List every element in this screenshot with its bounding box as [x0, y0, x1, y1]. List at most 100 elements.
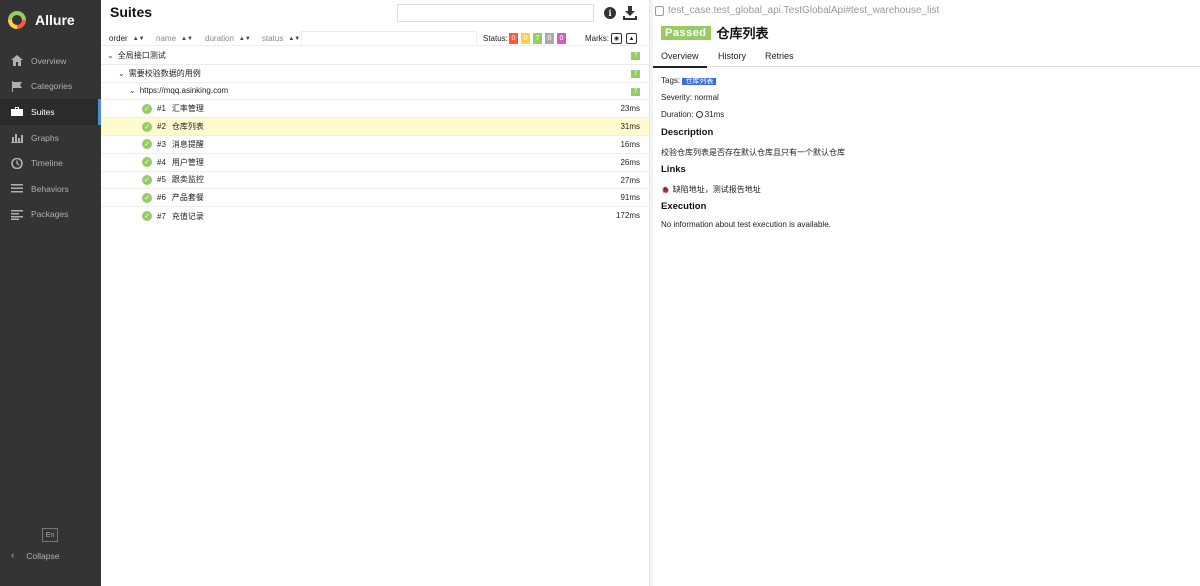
test-detail-pane: test_case.test_global_api.TestGlobalApi#…: [653, 0, 1200, 586]
newly-failed-mark-button[interactable]: ▲: [626, 33, 637, 44]
sidebar-item-label: Suites: [31, 106, 55, 117]
execution-text: No information about test execution is a…: [661, 220, 831, 229]
tab-history[interactable]: History: [718, 51, 746, 61]
sort-status[interactable]: status ▲▼: [262, 34, 300, 43]
passed-check-icon: ✓: [142, 192, 152, 203]
breadcrumb: test_case.test_global_api.TestGlobalApi#…: [655, 5, 939, 16]
passed-check-icon: ✓: [142, 121, 152, 132]
test-number: #2: [157, 122, 166, 132]
status-skipped-badge[interactable]: 0: [545, 33, 554, 44]
test-name: 汇率管理: [171, 104, 204, 114]
test-number: #4: [157, 157, 166, 167]
language-switch[interactable]: En: [42, 528, 58, 542]
tree-group[interactable]: ⌄ 需要校验数据的用例 7: [101, 65, 649, 83]
group-name: https://mqq.asinking.com: [139, 86, 229, 96]
test-row[interactable]: ✓ #2 仓库列表 31ms: [101, 118, 649, 136]
test-duration: 172ms: [615, 211, 640, 221]
sidebar-item-label: Timeline: [31, 158, 63, 169]
brand-name: Allure: [35, 12, 75, 28]
passed-check-icon: ✓: [142, 157, 152, 168]
status-passed-badge[interactable]: 7: [533, 33, 542, 44]
test-header: Passed 仓库列表: [661, 23, 769, 42]
sidebar-item-label: Packages: [31, 209, 69, 220]
test-name: 产品套餐: [171, 193, 204, 203]
test-row[interactable]: ✓ #3 消息提醒 16ms: [101, 136, 649, 154]
duration-value: 31ms: [704, 110, 725, 119]
test-number: #1: [157, 104, 166, 114]
tree-toolbar: order ▲▼ name ▲▼ duration ▲▼ status ▲▼ Statu…: [101, 31, 649, 46]
passed-check-icon: ✓: [142, 211, 152, 222]
group-name: 全局接口测试: [117, 50, 166, 60]
sort-label: status: [262, 34, 284, 43]
tab-retries[interactable]: Retries: [765, 51, 794, 61]
collapse-button[interactable]: ‹ Collapse: [11, 550, 59, 561]
status-failed-badge[interactable]: 0: [509, 33, 518, 44]
chevron-left-icon: ‹: [11, 550, 15, 561]
test-duration: 91ms: [620, 193, 640, 203]
download-icon[interactable]: [623, 6, 637, 20]
copy-icon[interactable]: [655, 5, 664, 16]
test-row[interactable]: ✓ #1 汇率管理 23ms: [101, 100, 649, 119]
test-duration: 27ms: [620, 175, 640, 185]
home-icon: [10, 55, 24, 67]
passed-check-icon: ✓: [142, 139, 152, 150]
brand[interactable]: Allure: [0, 0, 101, 40]
severity-line: Severity: normal: [661, 93, 719, 102]
sort-order[interactable]: order ▲▼: [109, 34, 145, 43]
test-row[interactable]: ✓ #5 跟卖监控 27ms: [101, 172, 649, 190]
test-row[interactable]: ✓ #6 产品套餐 91ms: [101, 189, 649, 208]
sidebar-item-behaviors[interactable]: Behaviors: [0, 176, 101, 202]
links-line: 🐞 缺陷地址，测试报告地址: [661, 184, 761, 195]
sidebar-item-timeline[interactable]: Timeline: [0, 150, 101, 176]
tree-group[interactable]: ⌄ 全局接口测试 7: [101, 47, 649, 65]
sidebar-item-packages[interactable]: Packages: [0, 202, 101, 228]
suites-tree: ⌄ 全局接口测试 7 ⌄ 需要校验数据的用例 7 ⌄ https://mqq.a…: [101, 47, 649, 225]
filter-input[interactable]: [301, 31, 477, 46]
tab-overview[interactable]: Overview: [653, 51, 706, 68]
test-duration: 23ms: [620, 104, 640, 114]
breadcrumb-text: test_case.test_global_api.TestGlobalApi#…: [668, 5, 940, 16]
test-duration: 16ms: [620, 139, 640, 149]
description-heading: Description: [661, 127, 714, 138]
duration-label: Duration:: [661, 110, 694, 119]
sort-arrows-icon: ▲▼: [181, 35, 193, 42]
allure-logo-icon: [8, 11, 26, 29]
page-title: Suites: [110, 4, 153, 20]
status-unknown-badge[interactable]: 0: [557, 33, 566, 44]
duration-line: Duration: 31ms: [661, 110, 724, 119]
passed-check-icon: ✓: [142, 103, 152, 114]
status-filter-label: Status:: [483, 34, 508, 43]
test-number: #3: [157, 139, 166, 149]
sort-label: duration: [205, 34, 234, 43]
sidebar-item-label: Graphs: [31, 132, 59, 143]
tree-group[interactable]: ⌄ https://mqq.asinking.com 7: [101, 83, 649, 101]
test-duration: 31ms: [620, 122, 640, 132]
sidebar-item-overview[interactable]: Overview: [0, 48, 101, 74]
sidebar-item-suites[interactable]: Suites: [0, 99, 101, 125]
status-broken-badge[interactable]: 0: [521, 33, 530, 44]
sort-label: name: [156, 34, 177, 43]
test-number: #5: [157, 175, 166, 185]
flaky-mark-button[interactable]: ◉: [611, 33, 622, 44]
test-title: 仓库列表: [716, 26, 769, 41]
group-count-badge: 7: [631, 69, 640, 78]
search-input[interactable]: [397, 4, 594, 22]
sidebar-item-label: Categories: [31, 81, 73, 92]
sidebar: Allure Overview Categories Suites Graphs…: [0, 0, 101, 586]
clock-icon: [695, 111, 703, 118]
test-row[interactable]: ✓ #4 用户管理 26ms: [101, 154, 649, 172]
test-row[interactable]: ✓ #7 充值记录 172ms: [101, 207, 649, 225]
test-name: 仓库列表: [171, 122, 204, 132]
sidebar-item-graphs[interactable]: Graphs: [0, 125, 101, 151]
links-text[interactable]: 缺陷地址，测试报告地址: [673, 185, 761, 194]
tags-line: Tags: 仓库列表: [661, 76, 717, 86]
sidebar-nav: Overview Categories Suites Graphs Timeli…: [0, 48, 101, 227]
sidebar-item-categories[interactable]: Categories: [0, 74, 101, 100]
sort-label: order: [109, 34, 128, 43]
passed-check-icon: ✓: [142, 174, 152, 185]
sort-name[interactable]: name ▲▼: [156, 34, 193, 43]
test-duration: 26ms: [620, 157, 640, 167]
sort-duration[interactable]: duration ▲▼: [205, 34, 251, 43]
info-icon[interactable]: i: [604, 7, 616, 19]
group-name: 需要校验数据的用例: [128, 68, 201, 78]
